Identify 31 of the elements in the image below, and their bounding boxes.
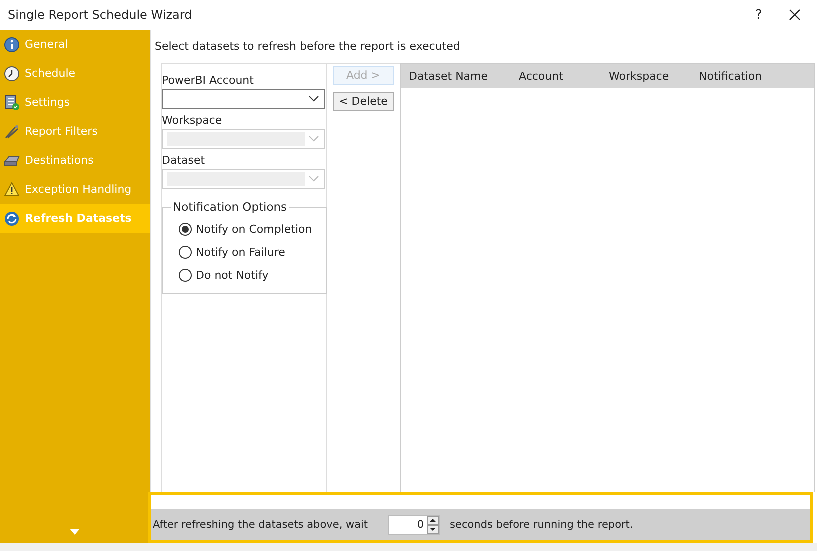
column-header[interactable]: Account xyxy=(519,70,564,82)
column-header[interactable]: Notification xyxy=(699,70,762,82)
radio-icon[interactable] xyxy=(179,246,192,259)
refresh-icon xyxy=(4,210,20,226)
dropdown-field[interactable] xyxy=(162,89,325,109)
wait-label: After refreshing the datasets above, wait xyxy=(153,518,368,530)
settings-icon xyxy=(4,94,20,110)
radio-icon[interactable] xyxy=(179,223,192,236)
wait-label: seconds before running the report. xyxy=(450,518,634,530)
chevron-down-icon[interactable] xyxy=(309,96,319,102)
radio-icon[interactable] xyxy=(179,269,192,282)
field-label: Workspace xyxy=(162,114,222,127)
filter-icon xyxy=(4,124,20,140)
spinner-arrows-icon[interactable] xyxy=(427,516,440,534)
action-button[interactable]: < Delete xyxy=(333,92,394,111)
clock-icon xyxy=(4,66,20,82)
close-icon[interactable] xyxy=(787,7,803,23)
radio-option[interactable]: Do not Notify xyxy=(179,264,269,287)
help-button[interactable]: ? xyxy=(745,8,773,22)
seconds-spinner[interactable]: 0 xyxy=(388,514,440,534)
field-label: Dataset xyxy=(162,154,206,167)
column-header[interactable]: Dataset Name xyxy=(409,70,488,82)
radio-option[interactable]: Notify on Failure xyxy=(179,241,286,264)
info-icon xyxy=(4,36,20,52)
column-header[interactable]: Workspace xyxy=(609,70,670,82)
radio-option[interactable]: Notify on Completion xyxy=(179,218,312,241)
field-label: PowerBI Account xyxy=(162,74,254,87)
window-title: Single Report Schedule Wizard xyxy=(8,8,194,22)
warning-icon xyxy=(4,182,20,198)
instruction-text: Select datasets to refresh before the report is executed xyxy=(155,40,460,53)
group-title: Notification Options xyxy=(172,200,288,214)
